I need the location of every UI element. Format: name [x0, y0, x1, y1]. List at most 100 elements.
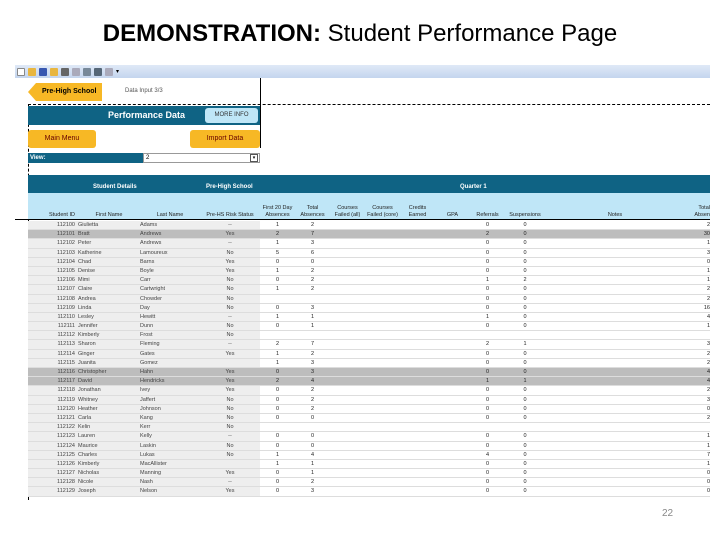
cell-last-name[interactable]: Kelly — [140, 432, 200, 441]
cell-last-name[interactable]: Gates — [140, 350, 200, 359]
cell-student-id[interactable]: 112116 — [28, 368, 75, 377]
print-preview-icon[interactable] — [83, 67, 91, 76]
cell-first-name[interactable]: Lauren — [78, 432, 140, 441]
cell-student-id[interactable]: 112100 — [28, 221, 75, 230]
cell-total-absences[interactable]: 2 — [295, 267, 330, 276]
cell-last-name[interactable]: Hendricks — [140, 377, 200, 386]
cell-risk-status[interactable]: Yes — [200, 469, 260, 478]
cell-last-name[interactable]: Adams — [140, 221, 200, 230]
cell-total-absences-q[interactable]: 2 — [685, 221, 710, 230]
customize-icon[interactable]: ▾ — [116, 68, 119, 75]
cell-referrals[interactable]: 0 — [470, 267, 505, 276]
cell-risk-status[interactable]: Yes — [200, 487, 260, 496]
cell-student-id[interactable]: 112107 — [28, 285, 75, 294]
cell-referrals[interactable]: 0 — [470, 414, 505, 423]
print-icon[interactable] — [94, 67, 102, 76]
cell-total-absences-q[interactable]: 3 — [685, 340, 710, 349]
cell-first-name[interactable]: Joseph — [78, 487, 140, 496]
table-row[interactable]: 112126 Kimberly MacAllister 1 1 0 0 1 — [28, 459, 710, 470]
cell-referrals[interactable]: 0 — [470, 442, 505, 451]
cell-risk-status[interactable]: No — [200, 396, 260, 405]
cell-suspensions[interactable]: 0 — [505, 432, 545, 441]
cell-last-name[interactable]: Nash — [140, 478, 200, 487]
cell-suspensions[interactable]: 0 — [505, 405, 545, 414]
cell-total-absences-q[interactable]: 2 — [685, 285, 710, 294]
cell-first-name[interactable]: Katherine — [78, 249, 140, 258]
cell-first-name[interactable]: Peter — [78, 239, 140, 248]
cell-last-name[interactable]: Dunn — [140, 322, 200, 331]
cell-total-absences-q[interactable]: 16 — [685, 304, 710, 313]
cell-suspensions[interactable]: 0 — [505, 295, 545, 304]
cell-last-name[interactable]: Carr — [140, 276, 200, 285]
cell-suspensions[interactable]: 0 — [505, 359, 545, 368]
new-icon[interactable] — [17, 67, 25, 76]
cell-total-absences[interactable] — [295, 423, 330, 432]
cell-referrals[interactable]: 0 — [470, 359, 505, 368]
table-row[interactable]: 112129 Joseph Nelson Yes 0 3 0 0 0 — [28, 487, 710, 497]
cell-last-name[interactable]: Gomez — [140, 359, 200, 368]
cell-risk-status[interactable]: No — [200, 249, 260, 258]
cell-total-absences[interactable]: 3 — [295, 368, 330, 377]
cell-total-absences[interactable]: 7 — [295, 340, 330, 349]
cell-referrals[interactable]: 0 — [470, 350, 505, 359]
cell-risk-status[interactable]: No — [200, 423, 260, 432]
cell-referrals[interactable]: 0 — [470, 460, 505, 469]
cell-first20-absences[interactable]: 0 — [260, 368, 295, 377]
cell-last-name[interactable]: Chowder — [140, 295, 200, 304]
cell-student-id[interactable]: 112119 — [28, 396, 75, 405]
cell-last-name[interactable]: Boyle — [140, 267, 200, 276]
cell-total-absences-q[interactable]: 0 — [685, 487, 710, 496]
cell-first20-absences[interactable]: 0 — [260, 469, 295, 478]
cell-total-absences[interactable]: 7 — [295, 230, 330, 239]
cell-total-absences[interactable] — [295, 295, 330, 304]
cell-referrals[interactable]: 0 — [470, 285, 505, 294]
redo-icon[interactable] — [105, 67, 113, 76]
cell-first20-absences[interactable]: 1 — [260, 451, 295, 460]
cell-first20-absences[interactable]: 0 — [260, 405, 295, 414]
cell-first-name[interactable]: Maurice — [78, 442, 140, 451]
cell-student-id[interactable]: 112122 — [28, 423, 75, 432]
cell-student-id[interactable]: 112121 — [28, 414, 75, 423]
cell-first20-absences[interactable]: 1 — [260, 460, 295, 469]
cell-student-id[interactable]: 112124 — [28, 442, 75, 451]
view-select[interactable]: 2 ▾ — [143, 153, 260, 163]
cell-first-name[interactable]: Claire — [78, 285, 140, 294]
cell-total-absences[interactable]: 3 — [295, 304, 330, 313]
cell-last-name[interactable]: Cartwright — [140, 285, 200, 294]
cell-student-id[interactable]: 112101 — [28, 230, 75, 239]
cell-total-absences[interactable]: 0 — [295, 442, 330, 451]
cell-risk-status[interactable]: Yes — [200, 368, 260, 377]
cell-first-name[interactable]: Ginger — [78, 350, 140, 359]
cell-last-name[interactable]: Lamoureux — [140, 249, 200, 258]
table-row[interactable]: 112119 Whitney Jaffert No 0 2 0 0 3 — [28, 395, 710, 405]
cell-first-name[interactable]: Bratt — [78, 230, 140, 239]
cell-first20-absences[interactable]: 1 — [260, 285, 295, 294]
cell-total-absences[interactable]: 2 — [295, 276, 330, 285]
more-info-button[interactable]: MORE INFO — [205, 108, 258, 123]
cell-risk-status[interactable]: -- — [200, 221, 260, 230]
table-row[interactable]: 112115 Juanita Gomez 1 3 0 0 2 — [28, 358, 710, 368]
cell-referrals[interactable]: 0 — [470, 386, 505, 395]
cell-total-absences[interactable]: 2 — [295, 221, 330, 230]
cell-risk-status[interactable]: No — [200, 451, 260, 460]
cell-first-name[interactable]: Andrea — [78, 295, 140, 304]
cell-suspensions[interactable]: 1 — [505, 377, 545, 386]
cell-risk-status[interactable]: Yes — [200, 267, 260, 276]
cell-referrals[interactable]: 0 — [470, 239, 505, 248]
cell-risk-status[interactable]: Yes — [200, 350, 260, 359]
cell-risk-status[interactable]: No — [200, 414, 260, 423]
cell-first20-absences[interactable]: 1 — [260, 359, 295, 368]
cell-total-absences-q[interactable] — [685, 331, 710, 340]
cell-risk-status[interactable] — [200, 359, 260, 368]
cell-student-id[interactable]: 112103 — [28, 249, 75, 258]
cell-referrals[interactable]: 0 — [470, 487, 505, 496]
cell-first-name[interactable]: Juanita — [78, 359, 140, 368]
cell-suspensions[interactable]: 0 — [505, 487, 545, 496]
cell-total-absences[interactable]: 3 — [295, 487, 330, 496]
table-row[interactable]: 112128 Nicole Nash -- 0 2 0 0 0 — [28, 478, 710, 488]
cell-last-name[interactable]: Kang — [140, 414, 200, 423]
cell-first-name[interactable]: Whitney — [78, 396, 140, 405]
table-row[interactable]: 112108 Andrea Chowder No 0 0 2 — [28, 294, 710, 304]
cell-suspensions[interactable]: 2 — [505, 276, 545, 285]
table-row[interactable]: 112105 Denise Boyle Yes 1 2 0 0 1 — [28, 266, 710, 277]
